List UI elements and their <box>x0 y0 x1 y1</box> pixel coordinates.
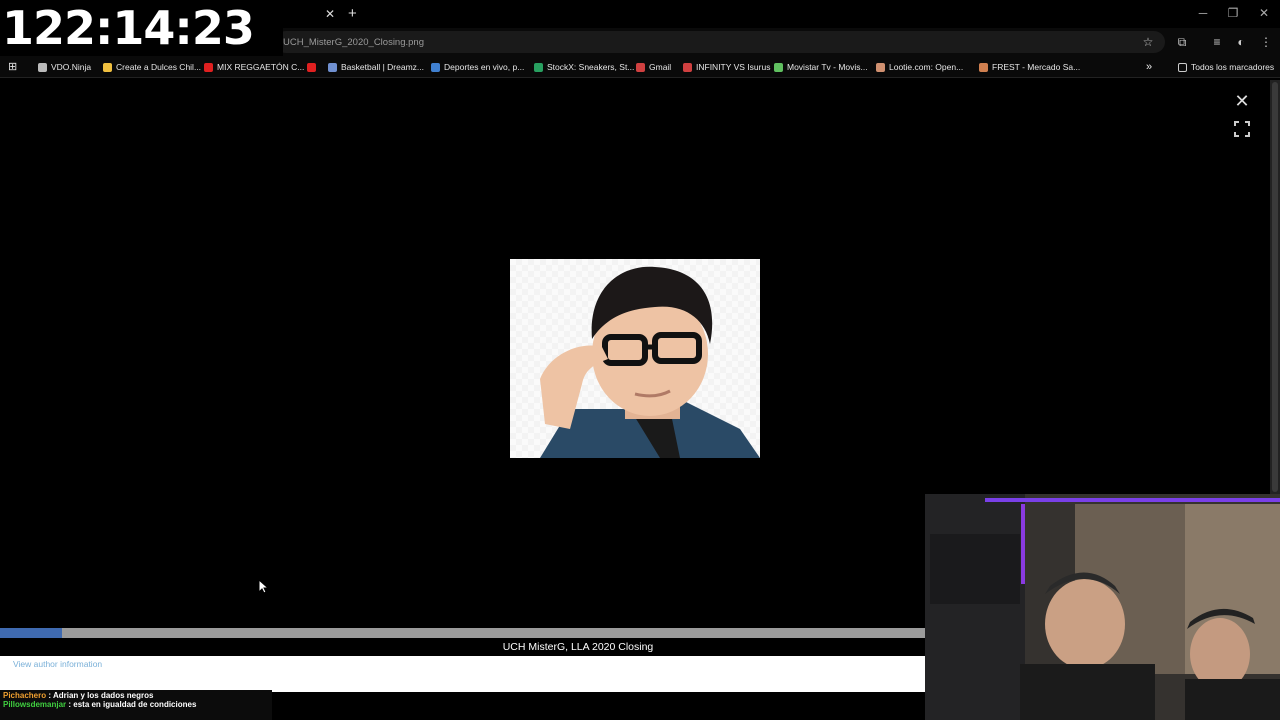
bookmark-item[interactable]: Movistar Tv - Movis... <box>774 60 868 74</box>
bookmark-item[interactable]: Basketball | Dreamz... <box>328 60 424 74</box>
bookmark-favicon-icon <box>204 63 213 73</box>
bookmark-item[interactable]: Create a Dulces Chil... <box>103 60 201 74</box>
bookmarks-overflow-button[interactable]: » <box>1146 60 1152 74</box>
chat-username: Pillowsdemanjar <box>3 700 67 709</box>
bookmark-favicon-icon <box>103 63 112 73</box>
bookmark-item[interactable]: VDO.Ninja <box>38 60 91 74</box>
bookmark-label: INFINITY VS Isurus <box>696 62 771 72</box>
apps-grid-icon[interactable]: ⊞ <box>8 60 17 74</box>
mouse-cursor-icon <box>258 579 268 594</box>
viewer-close-button[interactable]: ✕ <box>1233 92 1251 110</box>
chat-message: Pichachero : Adrian y los dados negros <box>3 691 269 700</box>
menu-icon[interactable]: ⋮ <box>1258 34 1274 50</box>
slideshow-progress-fill <box>0 628 62 638</box>
bookmark-item[interactable] <box>307 60 320 74</box>
webcam-feed <box>925 494 1280 720</box>
bookmark-favicon-icon <box>534 63 543 73</box>
bookmark-item[interactable]: MIX REGGAETÓN C... <box>204 60 304 74</box>
chat-username: Pichachero <box>3 691 47 700</box>
bookmark-label: Deportes en vivo, p... <box>444 62 525 72</box>
author-bar <box>0 656 925 692</box>
person-photo <box>540 266 760 458</box>
bookmark-label: Gmail <box>649 62 672 72</box>
fullscreen-icon[interactable] <box>1234 121 1250 137</box>
bookmark-item[interactable]: StockX: Sneakers, St... <box>534 60 634 74</box>
bookmark-item[interactable]: Lootie.com: Open... <box>876 60 963 74</box>
chat-text: esta en igualdad de condiciones <box>73 700 197 709</box>
bookmark-label: Lootie.com: Open... <box>889 62 964 72</box>
window-close-button[interactable]: ✕ <box>1249 0 1279 26</box>
new-tab-button[interactable]: + <box>348 5 357 22</box>
restore-button[interactable]: ❐ <box>1218 0 1248 26</box>
bookmark-item[interactable]: Gmail <box>636 60 671 74</box>
bookmark-favicon-icon <box>328 63 337 73</box>
bookmark-label: VDO.Ninja <box>51 62 92 72</box>
bookmark-favicon-icon <box>307 63 316 73</box>
bookmark-label: Basketball | Dreamz... <box>341 62 424 72</box>
bookmark-favicon-icon <box>431 63 440 73</box>
minimize-button[interactable]: ─ <box>1188 0 1218 26</box>
bookmark-item[interactable]: Deportes en vivo, p... <box>431 60 524 74</box>
chat-separator: : <box>46 691 53 700</box>
extensions-icon[interactable]: ⧉ <box>1174 34 1190 50</box>
profile-avatar[interactable]: ◐ <box>1233 34 1249 50</box>
media-control-icon[interactable]: ≡ <box>1209 34 1225 50</box>
bookmark-item[interactable]: FREST - Mercado Sa... <box>979 60 1080 74</box>
bookmark-favicon-icon <box>876 63 885 73</box>
folder-icon <box>1178 63 1187 73</box>
bookmark-favicon-icon <box>636 63 645 73</box>
slideshow-progress[interactable] <box>0 628 925 638</box>
all-bookmarks-button[interactable]: Todos los marcadores <box>1178 60 1274 74</box>
stream-timer: 122:14:23 <box>0 0 283 56</box>
chat-text: Adrian y los dados negros <box>52 691 154 700</box>
bookmark-favicon-icon <box>979 63 988 73</box>
bookmark-label: MIX REGGAETÓN C... <box>217 62 305 72</box>
tab-close-button[interactable]: ✕ <box>325 7 335 21</box>
bookmark-favicon-icon <box>683 63 692 73</box>
bookmark-favicon-icon <box>774 63 783 73</box>
viewer-image <box>510 259 760 458</box>
view-author-link[interactable]: View author information <box>13 659 102 669</box>
bookmark-label: Movistar Tv - Movis... <box>787 62 868 72</box>
bookmark-star-icon[interactable]: ☆ <box>1140 34 1156 50</box>
all-bookmarks-label: Todos los marcadores <box>1191 62 1275 72</box>
scrollbar-thumb[interactable] <box>1272 82 1278 492</box>
bookmark-item[interactable]: INFINITY VS Isurus <box>683 60 770 74</box>
bookmark-favicon-icon <box>38 63 47 73</box>
webcam-overlay <box>925 494 1280 720</box>
bookmark-label: Create a Dulces Chil... <box>116 62 202 72</box>
url-text[interactable]: UCH_MisterG_2020_Closing.png <box>283 37 424 48</box>
bookmark-label: FREST - Mercado Sa... <box>992 62 1081 72</box>
chat-message: Pillowsdemanjar : esta en igualdad de co… <box>3 700 269 709</box>
bookmark-label: StockX: Sneakers, St... <box>547 62 635 72</box>
chat-overlay: Pichachero : Adrian y los dados negros Pi… <box>0 690 272 720</box>
